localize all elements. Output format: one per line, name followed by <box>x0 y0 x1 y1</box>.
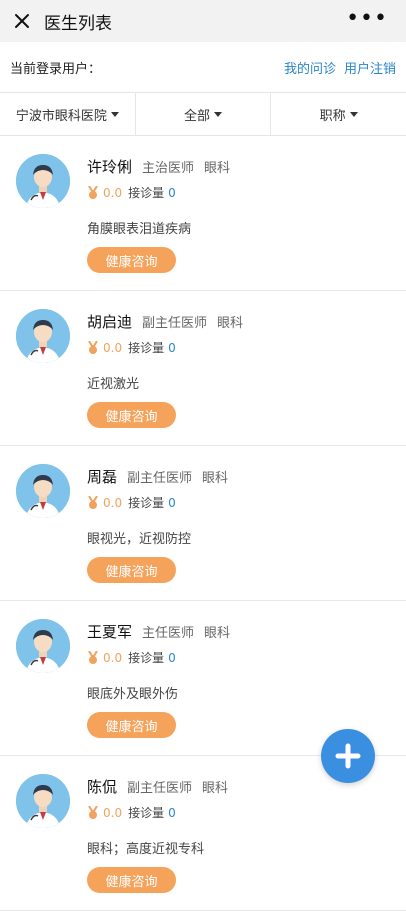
title-filter[interactable]: 职称 <box>271 93 406 135</box>
visits-count: 0 <box>168 650 176 665</box>
close-icon[interactable] <box>10 9 34 33</box>
visits-label: 接诊量 <box>128 341 165 355</box>
doctor-header: 周磊 副主任医师 眼科 <box>87 466 228 487</box>
top-bar: 医生列表 ••• <box>0 0 406 42</box>
visits-count: 0 <box>168 495 176 510</box>
doctor-avatar <box>16 309 70 363</box>
doctor-avatar <box>16 774 70 828</box>
doctor-stats: 0.0 接诊量 0 <box>87 494 176 511</box>
consult-button[interactable]: 健康咨询 <box>87 402 176 428</box>
chevron-down-icon <box>214 111 223 117</box>
doctor-department: 眼科 <box>202 471 229 486</box>
user-bar: 当前登录用户： 我的问诊 用户注销 <box>0 42 406 92</box>
visits-label: 接诊量 <box>128 186 165 200</box>
doctor-card[interactable]: 周磊 副主任医师 眼科 0.0 接诊量 0 眼视光，近视防控 健康咨询 <box>0 446 406 601</box>
hospital-filter-label: 宁波市眼科医院 <box>15 108 107 124</box>
visits-label: 接诊量 <box>128 651 165 665</box>
page-title: 医生列表 <box>44 13 112 34</box>
doctor-name: 王夏军 <box>87 623 133 641</box>
medal-icon <box>88 495 98 509</box>
doctor-card[interactable]: 胡启迪 副主任医师 眼科 0.0 接诊量 0 近视激光 健康咨询 <box>0 291 406 446</box>
doctor-list: 许玲俐 主治医师 眼科 0.0 接诊量 0 角膜眼表泪道疾病 健康咨询 胡启迪 … <box>0 136 406 911</box>
visits-count: 0 <box>168 805 176 820</box>
doctor-name: 陈侃 <box>87 778 118 796</box>
add-button[interactable] <box>321 729 375 783</box>
doctor-specialty: 眼视光，近视防控 <box>87 532 192 547</box>
doctor-specialty: 角膜眼表泪道疾病 <box>87 222 192 237</box>
doctor-specialty: 眼底外及眼外伤 <box>87 687 179 702</box>
my-consultations-link[interactable]: 我的问诊 <box>284 58 336 77</box>
doctor-rating: 0.0 <box>103 805 123 820</box>
visits-count: 0 <box>168 185 176 200</box>
doctor-rating: 0.0 <box>103 185 123 200</box>
doctor-rating: 0.0 <box>103 495 123 510</box>
medal-icon <box>88 650 98 664</box>
medal-icon <box>88 185 98 199</box>
doctor-header: 胡启迪 副主任医师 眼科 <box>87 311 243 332</box>
logout-link[interactable]: 用户注销 <box>344 58 396 77</box>
doctor-title: 副主任医师 <box>142 316 208 331</box>
consult-button[interactable]: 健康咨询 <box>87 557 176 583</box>
doctor-name: 胡启迪 <box>87 313 133 331</box>
doctor-avatar <box>16 619 70 673</box>
doctor-department: 眼科 <box>202 781 229 796</box>
visits-label: 接诊量 <box>128 806 165 820</box>
doctor-title: 主治医师 <box>142 161 195 176</box>
doctor-avatar <box>16 464 70 518</box>
doctor-header: 陈侃 副主任医师 眼科 <box>87 776 228 797</box>
medal-icon <box>88 805 98 819</box>
more-icon[interactable]: ••• <box>346 6 388 31</box>
doctor-avatar <box>16 154 70 208</box>
doctor-header: 王夏军 主任医师 眼科 <box>87 621 230 642</box>
doctor-department: 眼科 <box>204 626 231 641</box>
doctor-stats: 0.0 接诊量 0 <box>87 184 176 201</box>
doctor-title: 副主任医师 <box>127 471 193 486</box>
doctor-specialty: 近视激光 <box>87 377 140 392</box>
chevron-down-icon <box>110 111 119 117</box>
visits-label: 接诊量 <box>128 496 165 510</box>
doctor-department: 眼科 <box>204 161 231 176</box>
consult-button[interactable]: 健康咨询 <box>87 247 176 273</box>
department-filter[interactable]: 全部 <box>136 93 272 135</box>
visits-count: 0 <box>168 340 176 355</box>
doctor-stats: 0.0 接诊量 0 <box>87 649 176 666</box>
doctor-name: 周磊 <box>87 468 118 486</box>
doctor-title: 副主任医师 <box>127 781 193 796</box>
department-filter-label: 全部 <box>184 108 211 124</box>
user-links: 我的问诊 用户注销 <box>284 58 396 77</box>
filter-bar: 宁波市眼科医院 全部 职称 <box>0 92 406 136</box>
chevron-down-icon <box>349 111 358 117</box>
doctor-stats: 0.0 接诊量 0 <box>87 804 176 821</box>
consult-button[interactable]: 健康咨询 <box>87 712 176 738</box>
title-filter-label: 职称 <box>319 108 346 124</box>
consult-button[interactable]: 健康咨询 <box>87 867 176 893</box>
hospital-filter[interactable]: 宁波市眼科医院 <box>0 93 136 135</box>
doctor-stats: 0.0 接诊量 0 <box>87 339 176 356</box>
medal-icon <box>88 340 98 354</box>
doctor-name: 许玲俐 <box>87 158 133 176</box>
doctor-card[interactable]: 许玲俐 主治医师 眼科 0.0 接诊量 0 角膜眼表泪道疾病 健康咨询 <box>0 136 406 291</box>
doctor-rating: 0.0 <box>103 340 123 355</box>
current-user-label: 当前登录用户： <box>10 61 102 77</box>
plus-icon <box>335 743 361 769</box>
doctor-title: 主任医师 <box>142 626 195 641</box>
doctor-department: 眼科 <box>217 316 244 331</box>
doctor-header: 许玲俐 主治医师 眼科 <box>87 156 230 177</box>
doctor-specialty: 眼科；高度近视专科 <box>87 842 205 857</box>
doctor-rating: 0.0 <box>103 650 123 665</box>
